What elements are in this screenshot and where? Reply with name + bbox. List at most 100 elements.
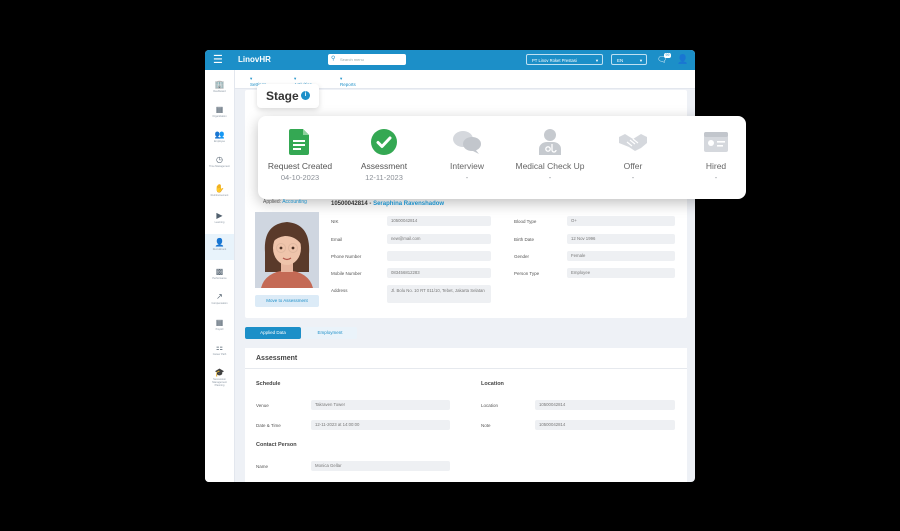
address-field: Jl. Bolu No. 10 RT 011/10, Tebet, Jakart… bbox=[387, 285, 491, 303]
field-label: Note bbox=[481, 423, 491, 428]
step-request-created[interactable]: Request Created 04-10-2023 bbox=[255, 116, 345, 199]
field-label: Email bbox=[331, 237, 343, 242]
trend-chart-icon: ↗ bbox=[216, 292, 223, 301]
step-assessment[interactable]: Assessment 12-11-2023 bbox=[339, 116, 429, 199]
people-icon: 👥 bbox=[214, 130, 225, 139]
sidebar-item-reimbursement[interactable]: ✋ Reimbursement bbox=[205, 180, 234, 204]
calendar-icon: ▦ bbox=[215, 318, 224, 327]
location-field: 10500042814 bbox=[535, 400, 675, 410]
stage-title: Stage bbox=[266, 89, 299, 103]
step-interview[interactable]: Interview - bbox=[422, 116, 512, 199]
blood-type-field: O+ bbox=[567, 216, 675, 226]
company-name: PT Linov Roket Prestasi bbox=[532, 58, 577, 63]
sidebar-item-employee[interactable]: 👥 Employee bbox=[205, 126, 234, 150]
step-date: 04-10-2023 bbox=[280, 173, 320, 182]
step-date: 12-11-2023 bbox=[365, 173, 403, 182]
stage-header: Stage i bbox=[257, 84, 319, 108]
user-icon[interactable]: 👤 bbox=[677, 53, 689, 65]
field-label: Date & Time bbox=[256, 423, 281, 428]
brand-logo[interactable]: LinovHR bbox=[238, 54, 271, 66]
field-label: Name bbox=[256, 464, 269, 469]
doctor-icon bbox=[539, 129, 561, 155]
step-label: Medical Check Up bbox=[515, 161, 585, 171]
field-label: Mobile Number bbox=[331, 271, 362, 276]
field-label: Venue bbox=[256, 403, 269, 408]
language-value: EN bbox=[617, 58, 624, 63]
venue-field: Takraven Tower bbox=[311, 400, 450, 410]
top-bar: ☰ LinovHR ⚲ Search menu PT Linov Roket P… bbox=[205, 50, 695, 70]
person-type-field: Employee bbox=[567, 268, 675, 278]
stage-stepper: Request Created 04-10-2023 Assessment 12… bbox=[258, 116, 746, 199]
document-icon bbox=[289, 129, 309, 155]
assessment-title: Assessment bbox=[256, 355, 298, 362]
step-medical-check-up[interactable]: Medical Check Up - bbox=[505, 116, 595, 199]
avatar-portrait-icon bbox=[255, 212, 319, 288]
employee-title: 10500042814 - Seraphina Ravenshadow bbox=[331, 201, 445, 207]
sidebar-item-time[interactable]: ◷ Time Management bbox=[205, 151, 234, 175]
contact-name-field: Monica Gellar bbox=[311, 461, 450, 471]
applied-position: Applied: Accounting bbox=[263, 199, 307, 205]
info-icon[interactable]: i bbox=[301, 91, 310, 100]
date-time-field: 12-11-2023 at 14:00:00 bbox=[311, 420, 450, 430]
field-label: Person Type bbox=[514, 271, 540, 276]
gender-field: Female bbox=[567, 251, 675, 261]
sidebar-item-succession[interactable]: 🎓 Succession Management Planning bbox=[205, 364, 234, 394]
chat-bubbles-icon bbox=[453, 131, 481, 154]
field-label: Birth Date bbox=[514, 237, 535, 242]
step-label: Offer bbox=[623, 161, 643, 171]
subnav-settings[interactable]: Settings ▾ bbox=[250, 76, 266, 87]
step-offer[interactable]: Offer - bbox=[588, 116, 678, 199]
sidebar: 🏢 Dashboard ▦ Organization 👥 Employee ◷ Time… bbox=[205, 70, 235, 482]
email-field: new@mail.com bbox=[387, 234, 491, 244]
field-label: Location bbox=[481, 403, 499, 408]
step-hired[interactable]: Hired - bbox=[671, 116, 761, 199]
graduation-icon: 🎓 bbox=[214, 368, 225, 377]
signpost-icon: ⚏ bbox=[215, 343, 224, 352]
company-select[interactable]: PT Linov Roket Prestasi ▼ bbox=[526, 54, 603, 65]
search-input[interactable]: ⚲ Search menu bbox=[328, 54, 406, 65]
building-icon: 🏢 bbox=[214, 80, 225, 89]
mobile-field: 083456812283 bbox=[387, 268, 491, 278]
language-select[interactable]: EN ▼ bbox=[611, 54, 647, 65]
chevron-down-icon: ▼ bbox=[595, 58, 599, 63]
sidebar-item-learning[interactable]: ▶ Learning bbox=[205, 207, 234, 231]
sidebar-item-organization[interactable]: ▦ Organization bbox=[205, 101, 234, 125]
birth-date-field: 12 Nov 1996 bbox=[567, 234, 675, 244]
sidebar-item-recruitment[interactable]: 👤 Recruitment bbox=[205, 234, 234, 260]
sidebar-item-career[interactable]: ⚏ Career Path bbox=[205, 339, 234, 363]
search-icon: ⚲ bbox=[331, 56, 336, 62]
subnav-activities[interactable]: Activities ▾ bbox=[294, 76, 312, 87]
sidebar-item-performance[interactable]: ▩ Performance bbox=[205, 263, 234, 287]
sidebar-item-dashboard[interactable]: 🏢 Dashboard bbox=[205, 76, 234, 100]
step-date: - bbox=[631, 173, 635, 182]
chevron-down-icon: ▼ bbox=[639, 58, 643, 63]
phone-field bbox=[387, 251, 491, 261]
step-date: - bbox=[714, 173, 718, 182]
search-placeholder: Search menu bbox=[340, 57, 364, 62]
sidebar-item-payroll[interactable]: ▦ Payroll bbox=[205, 314, 234, 338]
field-label: Blood Type bbox=[514, 219, 537, 224]
contact-person-title: Contact Person bbox=[256, 442, 297, 448]
tab-employment[interactable]: Employment bbox=[303, 327, 357, 339]
step-label: Hired bbox=[705, 161, 727, 171]
sidebar-item-compensation[interactable]: ↗ Compensation bbox=[205, 288, 234, 312]
step-label: Request Created bbox=[267, 161, 333, 171]
subnav-reports[interactable]: Reports ▾ bbox=[340, 76, 356, 87]
field-label: NIK bbox=[331, 219, 339, 224]
field-label: Address bbox=[331, 288, 348, 293]
menu-icon[interactable]: ☰ bbox=[213, 54, 223, 66]
step-date: - bbox=[465, 173, 469, 182]
clock-icon: ◷ bbox=[216, 155, 223, 164]
tab-applied-data[interactable]: Applied Data bbox=[245, 327, 301, 339]
step-date: - bbox=[548, 173, 552, 182]
hand-money-icon: ✋ bbox=[214, 184, 225, 193]
step-label: Assessment bbox=[360, 161, 408, 171]
step-label: Interview bbox=[449, 161, 484, 171]
bar-chart-icon: ▩ bbox=[215, 267, 224, 276]
id-card-icon bbox=[704, 132, 728, 152]
move-to-assessment-button[interactable]: Move to Assessment bbox=[255, 295, 319, 307]
notification-badge: 99 bbox=[664, 53, 671, 58]
check-circle-icon bbox=[371, 129, 397, 155]
video-icon: ▶ bbox=[216, 211, 223, 220]
nik-field: 10500042814 bbox=[387, 216, 491, 226]
